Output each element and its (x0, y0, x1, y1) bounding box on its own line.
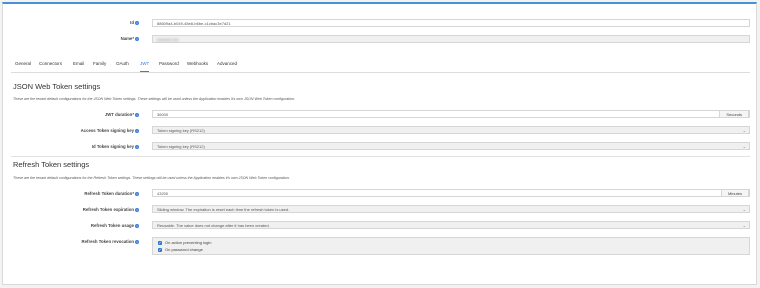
refresh-usage-row: Refresh Token usage i Reusable. The value… (3, 221, 756, 229)
refresh-usage-select[interactable]: Reusable. The value does not change afte… (152, 221, 750, 229)
tab-general[interactable]: General (15, 60, 31, 71)
info-icon[interactable]: i (135, 223, 139, 228)
chevron-down-icon: ⌄ (742, 144, 746, 149)
seconds-addon: Seconds (719, 110, 749, 118)
id-row: Id i 88609a4-b049-48e8-b6be-c1cbac3e7d21 (3, 19, 756, 27)
tab-password[interactable]: Password (159, 60, 179, 71)
minutes-addon: Minutes (720, 189, 749, 197)
refresh-expiration-row: Refresh Token expiration i Sliding window… (3, 205, 756, 213)
refresh-section-title: Refresh Token settings (13, 160, 90, 169)
id-key-select[interactable]: Token signing key (RS212) ⌄ (152, 142, 750, 150)
refresh-revocation-row: Refresh Token revocation i ✓ On action pre… (3, 237, 756, 255)
refresh-duration-label: Refresh Token duration* i (84, 191, 139, 196)
tab-family[interactable]: Family (93, 60, 106, 71)
refresh-usage-label: Refresh Token usage i (90, 223, 139, 228)
info-icon[interactable]: i (135, 207, 139, 212)
refresh-expiration-label: Refresh Token expiration i (82, 207, 139, 212)
revocation-option-action[interactable]: ✓ On action preventing login (158, 240, 211, 245)
id-key-row: Id Token signing key i Token signing key … (3, 142, 756, 150)
chevron-down-icon: ⌄ (742, 207, 746, 212)
checkbox-checked-icon[interactable]: ✓ (158, 240, 162, 245)
jwt-section-title: JSON Web Token settings (13, 82, 101, 91)
access-key-label: Access Token signing key i (80, 128, 139, 133)
settings-panel: Id i 88609a4-b049-48e8-b6be-c1cbac3e7d21 … (2, 2, 757, 285)
info-icon[interactable]: i (135, 191, 139, 196)
section-divider (11, 156, 750, 157)
info-icon[interactable]: i (135, 36, 139, 41)
jwt-duration-label: JWT duration* i (104, 112, 139, 117)
id-field[interactable]: 88609a4-b049-48e8-b6be-c1cbac3e7d21 (152, 19, 750, 27)
access-key-select[interactable]: Token signing key (RS212) ⌄ (152, 126, 750, 134)
chevron-down-icon: ⌄ (742, 223, 746, 228)
info-icon[interactable]: i (135, 20, 139, 25)
jwt-section-description: These are the tenant default configurati… (13, 97, 296, 101)
info-icon[interactable]: i (135, 112, 139, 117)
id-label: Id i (130, 20, 139, 25)
jwt-duration-input[interactable]: 36000 Seconds (152, 110, 750, 118)
access-key-row: Access Token signing key i Token signing … (3, 126, 756, 134)
tab-oauth[interactable]: OAuth (116, 60, 129, 71)
tab-bar: General Connectors Email Family OAuth JW… (11, 60, 750, 73)
refresh-section-description: These are the tenant default configurati… (13, 176, 290, 180)
checkbox-checked-icon[interactable]: ✓ (158, 247, 162, 252)
refresh-expiration-select[interactable]: Sliding window. The expiration is reset … (152, 205, 750, 213)
chevron-down-icon: ⌄ (742, 128, 746, 133)
info-icon[interactable]: i (135, 128, 139, 133)
id-key-label: Id Token signing key i (91, 144, 139, 149)
info-icon[interactable]: i (135, 144, 139, 149)
refresh-revocation-label: Refresh Token revocation i (81, 239, 139, 244)
revocation-options: ✓ On action preventing login ✓ On password… (152, 237, 750, 255)
info-icon[interactable]: i (135, 239, 139, 244)
revocation-option-password[interactable]: ✓ On password change (158, 247, 203, 252)
refresh-duration-input[interactable]: 43200 Minutes (152, 189, 750, 197)
name-row: Name* i xxxxxxx-xxx (3, 35, 756, 43)
tab-webhooks[interactable]: Webhooks (187, 60, 208, 71)
tab-jwt[interactable]: JWT (140, 60, 150, 72)
tab-advanced[interactable]: Advanced (217, 60, 237, 71)
refresh-duration-row: Refresh Token duration* i 43200 Minutes (3, 189, 756, 197)
name-field[interactable]: xxxxxxx-xxx (152, 35, 750, 43)
jwt-duration-row: JWT duration* i 36000 Seconds (3, 110, 756, 118)
name-label: Name* i (120, 36, 139, 41)
tab-connectors[interactable]: Connectors (39, 60, 62, 71)
tab-email[interactable]: Email (73, 60, 84, 71)
